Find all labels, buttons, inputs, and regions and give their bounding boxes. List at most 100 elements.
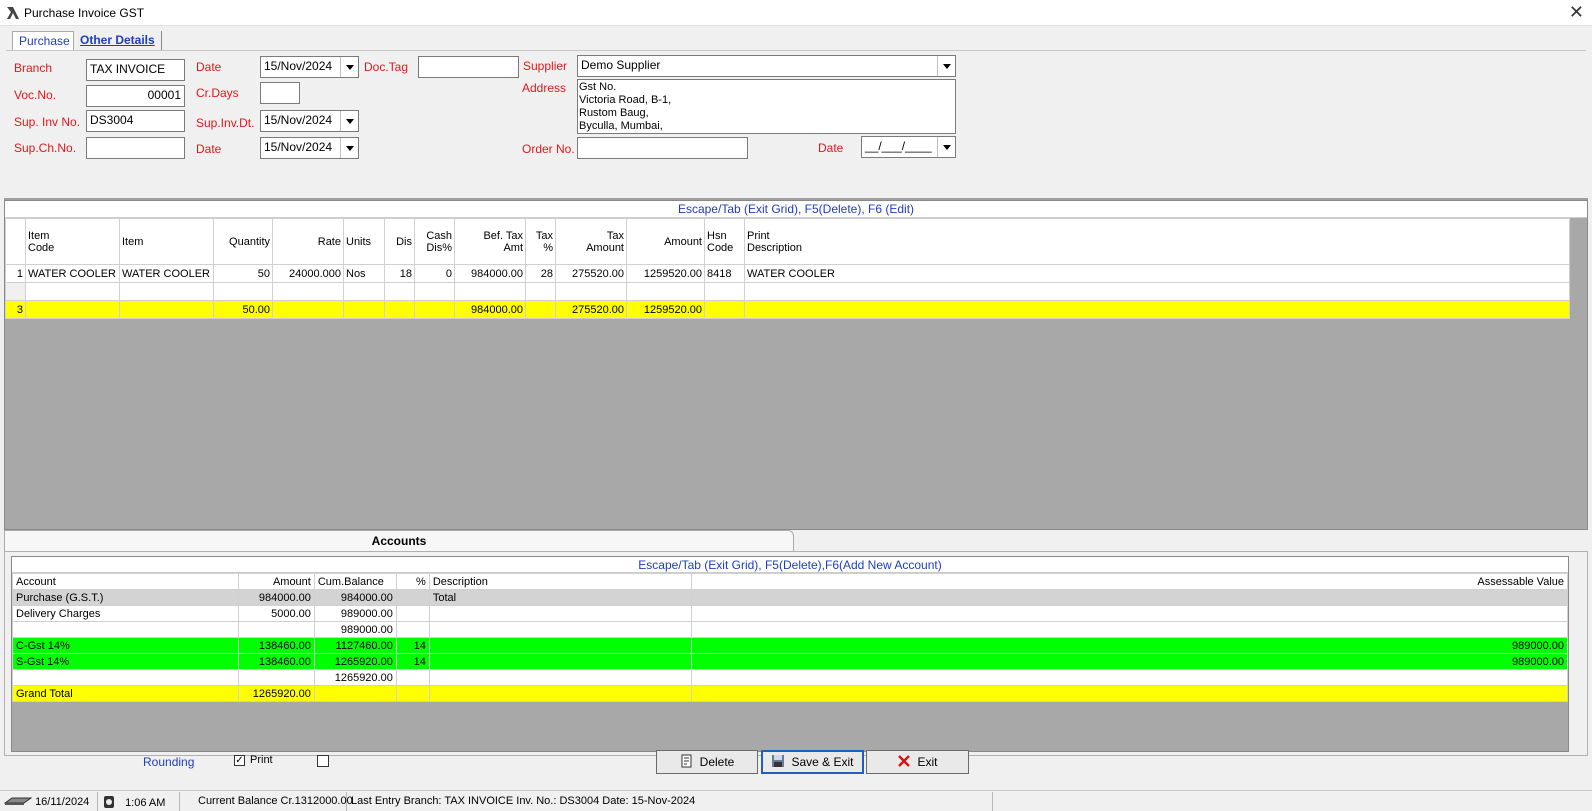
date-picker[interactable]: 15/Nov/2024: [260, 56, 359, 78]
window-title: Purchase Invoice GST: [24, 6, 145, 20]
tab-other-details[interactable]: Other Details: [74, 31, 162, 51]
accounts-table[interactable]: Account Amount Cum.Balance % Description…: [12, 573, 1569, 702]
sup-inv-date-value: 15/Nov/2024: [264, 113, 333, 127]
accounts-header-row: Account Amount Cum.Balance % Description…: [12, 573, 1569, 590]
items-grid-hint: Escape/Tab (Exit Grid), F5(Delete), F6 (…: [5, 201, 1587, 218]
chevron-down-icon[interactable]: [340, 138, 358, 158]
sup-inv-date-picker[interactable]: 15/Nov/2024: [260, 110, 359, 132]
table-row[interactable]: S-Gst 14% 138460.00 1265920.00 14 989000…: [12, 653, 1569, 670]
print-label: Print: [250, 754, 273, 766]
close-icon: [898, 755, 911, 767]
sup-inv-label: Sup. Inv No.: [14, 115, 81, 129]
items-grid[interactable]: Escape/Tab (Exit Grid), F5(Delete), F6 (…: [4, 200, 1588, 530]
date2-picker[interactable]: 15/Nov/2024: [260, 137, 359, 159]
sup-ch-field[interactable]: [86, 137, 185, 159]
close-icon[interactable]: ✕: [1569, 3, 1584, 21]
date3-picker[interactable]: __/___/____: [861, 136, 956, 158]
table-row[interactable]: 989000.00: [12, 621, 1569, 638]
vocno-label: Voc.No.: [14, 88, 57, 102]
supplier-label: Supplier: [523, 59, 568, 73]
save-exit-label: Save & Exit: [791, 755, 854, 769]
status-last-entry: Last Entry Branch: TAX INVOICE Inv. No.:…: [347, 792, 993, 811]
rounding-label[interactable]: Rounding: [143, 755, 194, 769]
col-dis[interactable]: Dis: [384, 218, 415, 265]
supplier-value: Demo Supplier: [581, 58, 661, 72]
col-account[interactable]: Account: [12, 573, 239, 590]
branch-field[interactable]: TAX INVOICE: [86, 59, 185, 81]
crdays-label: Cr.Days: [196, 86, 239, 100]
supplier-select[interactable]: Demo Supplier: [577, 55, 956, 77]
exit-label: Exit: [917, 755, 938, 769]
sup-inv-date-label: Sup.Inv.Dt.: [196, 116, 255, 130]
col-quantity[interactable]: Quantity: [213, 218, 273, 265]
chevron-down-icon[interactable]: [937, 137, 955, 157]
table-row[interactable]: C-Gst 14% 138460.00 1127460.00 14 989000…: [12, 637, 1569, 654]
col-item-code[interactable]: Item Code: [25, 218, 120, 265]
crdays-field[interactable]: [260, 82, 300, 104]
extra-checkbox[interactable]: [317, 755, 329, 767]
table-row[interactable]: 1 WATER COOLER WATER COOLER 50 24000.000…: [5, 264, 1570, 283]
col-amount[interactable]: Amount: [626, 218, 705, 265]
col-assessable[interactable]: Assessable Value: [690, 573, 1569, 590]
date-label: Date: [196, 60, 222, 74]
address-line: Rustom Baug,: [579, 107, 649, 119]
sup-inv-field[interactable]: DS3004: [86, 110, 185, 132]
doctag-field[interactable]: [418, 56, 519, 78]
col-item[interactable]: Item: [119, 218, 214, 265]
col-bef-tax[interactable]: Bef. Tax Amt: [454, 218, 526, 265]
table-row[interactable]: Purchase (G.S.T.) 984000.00 984000.00 To…: [12, 589, 1569, 606]
col-cash-dis[interactable]: Cash Dis%: [414, 218, 455, 265]
address-box[interactable]: Gst No. Victoria Road, B-1, Rustom Baug,…: [577, 79, 956, 134]
doctag-label: Doc.Tag: [364, 60, 409, 74]
items-header-row: Item Code Item Quantity Rate Units Dis Ca…: [5, 218, 1570, 265]
title-bar: Purchase Invoice GST ✕: [0, 0, 1592, 26]
address-line: Byculla, Mumbai,: [579, 120, 663, 132]
col-units[interactable]: Units: [343, 218, 385, 265]
print-checkbox[interactable]: ✓: [234, 755, 245, 766]
chevron-down-icon[interactable]: [937, 56, 955, 76]
delete-label: Delete: [699, 755, 735, 769]
vocno-field[interactable]: 00001: [86, 85, 185, 107]
col-tax-amount[interactable]: Tax Amount: [555, 218, 627, 265]
clock-icon: [104, 796, 114, 808]
grand-total-row: Grand Total 1265920.00: [12, 685, 1569, 702]
status-date-cell: 16/11/2024: [0, 792, 98, 811]
status-empty: [993, 792, 1592, 811]
chevron-down-icon[interactable]: [340, 57, 358, 77]
tab-purchase[interactable]: Purchase: [12, 31, 74, 51]
accounts-grid[interactable]: Escape/Tab (Exit Grid), F5(Delete),F6(Ad…: [11, 556, 1569, 752]
date-value: 15/Nov/2024: [264, 59, 333, 73]
save-icon: [772, 755, 785, 767]
table-row[interactable]: 1265920.00: [12, 669, 1569, 686]
table-row[interactable]: Delivery Charges 5000.00 989000.00: [12, 605, 1569, 622]
table-row-empty[interactable]: [5, 282, 1570, 301]
order-field[interactable]: [577, 137, 748, 159]
col-tax-pct[interactable]: Tax%: [525, 218, 556, 265]
delete-icon: [681, 754, 692, 768]
address-label: Address: [522, 81, 567, 95]
col-rate[interactable]: Rate: [272, 218, 344, 265]
order-label: Order No.: [522, 142, 575, 156]
date3-label: Date: [818, 141, 844, 155]
exit-button[interactable]: Exit: [866, 750, 969, 774]
status-bar: 16/11/2024 1:06 AM Current Balance Cr.13…: [0, 790, 1592, 811]
calendar-icon: [3, 797, 33, 805]
col-acc-amount[interactable]: Amount: [237, 573, 315, 590]
accounts-tabbar: Accounts: [4, 530, 1588, 552]
sup-ch-label: Sup.Ch.No.: [14, 141, 77, 155]
col-cum-balance[interactable]: Cum.Balance: [313, 573, 397, 590]
items-table[interactable]: Item Code Item Quantity Rate Units Dis Ca…: [5, 218, 1570, 319]
save-exit-button[interactable]: Save & Exit: [761, 750, 864, 774]
date3-value: __/___/____: [865, 139, 932, 153]
col-description[interactable]: Description: [428, 573, 692, 590]
tab-divider: [6, 50, 1586, 51]
status-date: 16/11/2024: [35, 796, 90, 808]
col-hsn[interactable]: Hsn Code: [704, 218, 745, 265]
delete-button[interactable]: Delete: [656, 750, 758, 774]
tab-accounts[interactable]: Accounts: [4, 530, 794, 552]
chevron-down-icon[interactable]: [340, 111, 358, 131]
col-pct[interactable]: %: [395, 573, 430, 590]
col-print-desc[interactable]: Print Description: [744, 218, 1570, 265]
date2-value: 15/Nov/2024: [264, 140, 333, 154]
app-icon: [7, 7, 19, 19]
